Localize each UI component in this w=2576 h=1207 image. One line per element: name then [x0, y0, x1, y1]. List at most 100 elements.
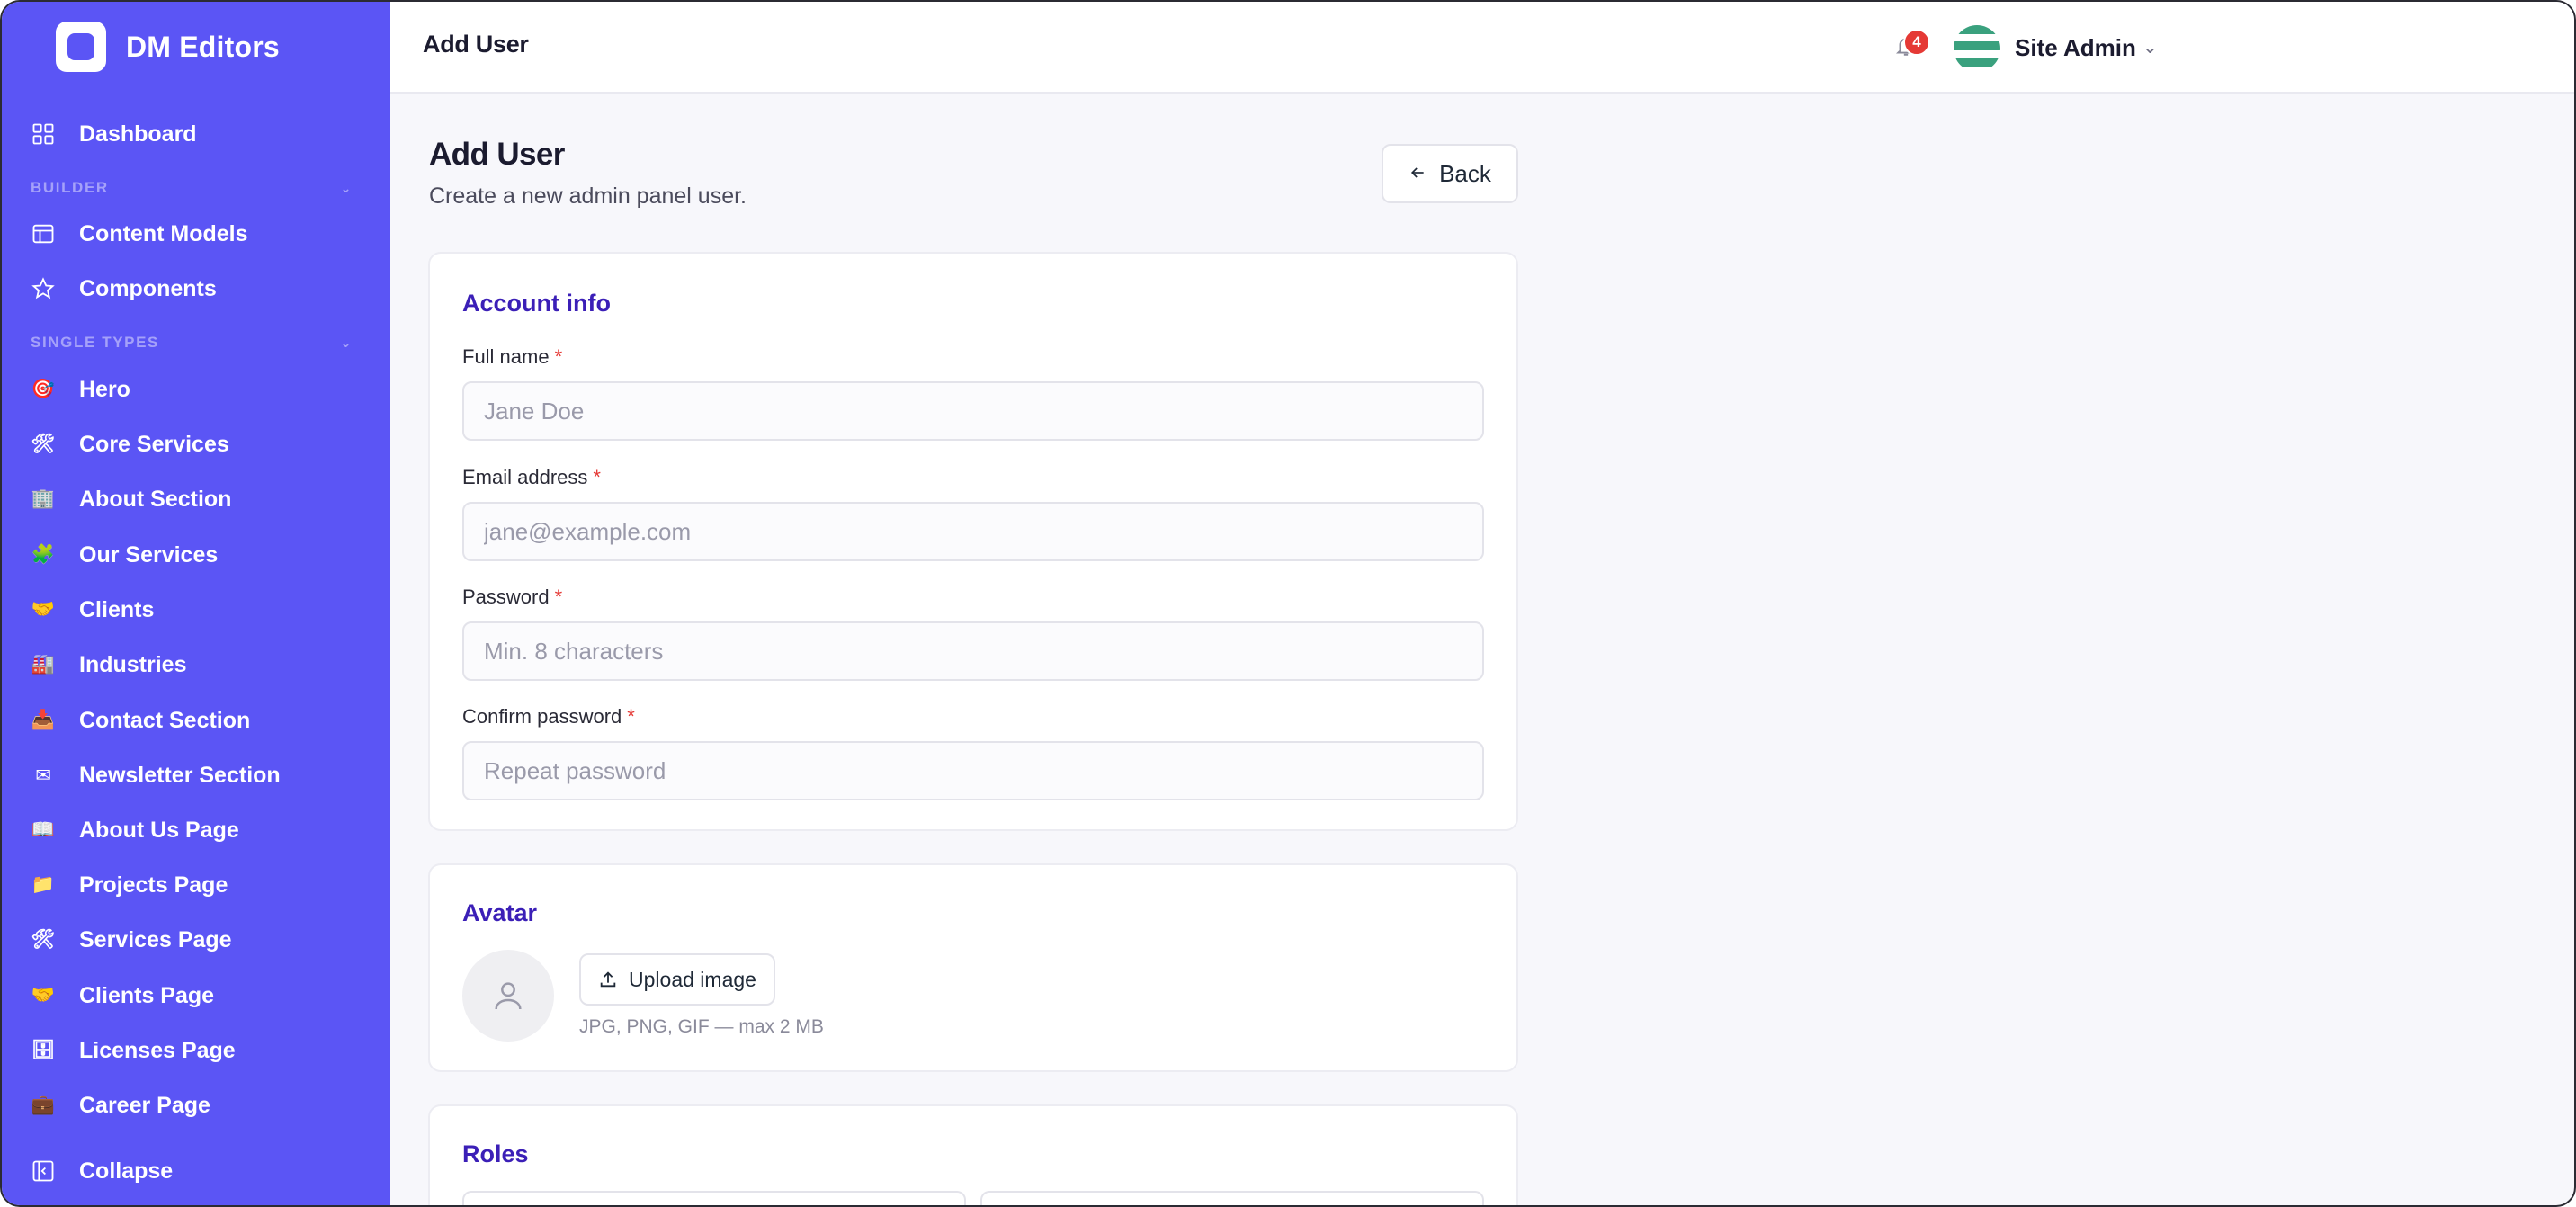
sidebar-item-label: About Section	[79, 486, 232, 512]
dart-icon: 🎯	[31, 379, 56, 399]
avatar-placeholder	[462, 950, 554, 1042]
tools-icon: 🛠	[31, 929, 56, 950]
user-icon	[495, 982, 522, 1010]
brand[interactable]: DM Editors	[56, 22, 280, 72]
arrow-left-icon	[1409, 160, 1427, 188]
page-subtitle: Create a new admin panel user.	[429, 183, 747, 209]
upload-hint: JPG, PNG, GIF — max 2 MB	[579, 1016, 824, 1037]
role-option[interactable]	[462, 1191, 966, 1205]
topbar-title: Add User	[423, 31, 529, 58]
required-marker: *	[554, 345, 563, 368]
field-label-text: Password	[462, 586, 550, 608]
confirm-password-input[interactable]	[462, 741, 1484, 800]
section-label-text: BUILDER	[31, 179, 109, 196]
tools-icon: 🛠	[31, 434, 56, 454]
sidebar-item-about-us-page[interactable]: 📖 About Us Page	[31, 808, 362, 853]
sidebar-item-label: Career Page	[79, 1092, 210, 1118]
collapse-icon	[31, 1158, 56, 1184]
section-label-builder[interactable]: BUILDER ⌄	[31, 174, 362, 201]
roles-card: Roles	[428, 1104, 1518, 1205]
avatar-card: Avatar Upload image JPG, PNG, GIF — max …	[428, 863, 1518, 1072]
card-title: Avatar	[462, 899, 538, 926]
password-input[interactable]	[462, 621, 1484, 681]
sidebar-item-label: Newsletter Section	[79, 762, 281, 788]
chevron-down-icon[interactable]: ⌄	[2142, 36, 2158, 58]
envelope-icon: ✉	[35, 764, 51, 786]
required-marker: *	[554, 586, 563, 608]
section-label-text: SINGLE TYPES	[31, 334, 159, 351]
chevron-down-icon: ⌄	[340, 335, 353, 350]
sidebar-item-dashboard[interactable]: Dashboard	[31, 112, 362, 156]
brand-logo-icon	[56, 22, 106, 72]
inbox-icon: 📥	[31, 710, 56, 730]
account-info-card: Account info Full name* Email address* P…	[428, 252, 1518, 831]
app-window: DM Editors Dashboard BUILDER ⌄ Content M…	[0, 0, 2576, 1207]
password-label: Password *	[462, 586, 562, 609]
star-icon	[31, 276, 56, 301]
building-icon: 🏢	[31, 488, 56, 509]
topbar: Add User	[390, 2, 2574, 94]
sidebar-item-label: Industries	[79, 651, 187, 677]
archive-icon: 🗄	[31, 1040, 56, 1060]
handshake-icon: 🤝	[31, 599, 56, 620]
sidebar-item-label: Hero	[79, 376, 130, 402]
page-title: Add User	[429, 137, 565, 172]
sidebar-item-licenses-page[interactable]: 🗄 Licenses Page	[31, 1028, 362, 1073]
field-label-text: Full name	[462, 345, 550, 368]
handshake-icon: 🤝	[31, 985, 56, 1006]
upload-image-label: Upload image	[629, 967, 756, 991]
sidebar-item-label: Contact Section	[79, 707, 251, 733]
sidebar-item-our-services[interactable]: 🧩 Our Services	[31, 532, 362, 577]
sidebar-item-core-services[interactable]: 🛠 Core Services	[31, 422, 362, 467]
brand-name: DM Editors	[126, 30, 280, 63]
sidebar-item-career-page[interactable]: 💼 Career Page	[31, 1083, 362, 1128]
sidebar-item-content-models[interactable]: Content Models	[31, 211, 362, 256]
card-title: Account info	[462, 290, 611, 317]
back-button-label: Back	[1439, 159, 1491, 187]
upload-image-button[interactable]: Upload image	[579, 953, 775, 1006]
back-button[interactable]: Back	[1382, 144, 1518, 203]
grid-icon	[31, 121, 56, 147]
sidebar-item-label: Services Page	[79, 926, 232, 952]
full-name-label: Full name *	[462, 345, 562, 369]
user-menu-name[interactable]: Site Admin	[2015, 34, 2136, 62]
sidebar-item-label: Clients	[79, 596, 155, 622]
field-label-text: Email address	[462, 466, 588, 488]
folder-icon: 📁	[31, 874, 56, 895]
sidebar: DM Editors Dashboard BUILDER ⌄ Content M…	[2, 2, 390, 1205]
sidebar-item-components[interactable]: Components	[31, 266, 362, 311]
email-input[interactable]	[462, 502, 1484, 561]
avatar[interactable]	[1954, 25, 2000, 72]
sidebar-item-about-section[interactable]: 🏢 About Section	[31, 477, 362, 522]
sidebar-item-hero[interactable]: 🎯 Hero	[31, 367, 362, 412]
sidebar-collapse-button[interactable]: Collapse	[31, 1149, 362, 1194]
sidebar-item-label: Dashboard	[79, 121, 197, 147]
sidebar-item-label: Components	[79, 275, 217, 301]
sidebar-item-label: Licenses Page	[79, 1037, 236, 1063]
book-icon: 📖	[31, 819, 56, 840]
sidebar-item-industries[interactable]: 🏭 Industries	[31, 642, 362, 687]
sidebar-item-label: Clients Page	[79, 982, 215, 1008]
upload-icon	[600, 971, 616, 988]
sidebar-item-clients-page[interactable]: 🤝 Clients Page	[31, 973, 362, 1018]
sidebar-item-contact-section[interactable]: 📥 Contact Section	[31, 698, 362, 743]
sidebar-item-label: Projects Page	[79, 872, 228, 898]
sidebar-item-label: Content Models	[79, 220, 248, 246]
full-name-input[interactable]	[462, 381, 1484, 441]
required-marker: *	[593, 466, 601, 488]
layout-icon	[31, 221, 56, 246]
field-label-text: Confirm password	[462, 705, 622, 728]
chevron-down-icon: ⌄	[340, 180, 353, 195]
sidebar-item-label: About Us Page	[79, 817, 239, 843]
role-option[interactable]	[980, 1191, 1484, 1205]
sidebar-item-projects-page[interactable]: 📁 Projects Page	[31, 863, 362, 907]
sidebar-item-label: Our Services	[79, 541, 219, 568]
puzzle-icon: 🧩	[31, 544, 56, 565]
required-marker: *	[627, 705, 635, 728]
section-label-single-types[interactable]: SINGLE TYPES ⌄	[31, 329, 362, 356]
sidebar-item-clients[interactable]: 🤝 Clients	[31, 587, 362, 632]
briefcase-icon: 💼	[31, 1095, 56, 1115]
sidebar-item-newsletter-section[interactable]: ✉ Newsletter Section	[31, 753, 362, 798]
sidebar-item-services-page[interactable]: 🛠 Services Page	[31, 917, 362, 962]
notifications-badge: 4	[1903, 29, 1930, 56]
